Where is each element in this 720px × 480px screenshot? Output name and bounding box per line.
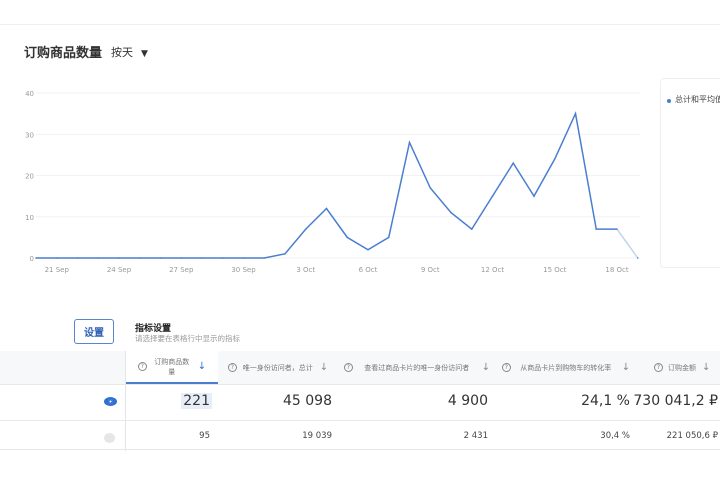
data-point <box>429 187 432 189</box>
column-header-order-amount[interactable]: ? 订购金额 ↓ <box>640 351 720 384</box>
help-icon: ? <box>501 363 511 372</box>
column-header-cart-conversion[interactable]: ? 从商品卡片到购物车的转化率 ↓ <box>496 351 636 384</box>
data-point <box>595 228 598 230</box>
sort-arrow-icon: ↓ <box>481 361 491 373</box>
line-chart: 0 10 20 30 40 21 Sep 24 Sep 27 Sep 30 Sep 3 Oct 6 … <box>25 90 640 274</box>
data-point <box>512 162 515 164</box>
data-point <box>76 257 79 259</box>
chart-legend: 总计和平均值 <box>660 78 720 268</box>
column-header-card-visitors[interactable]: ? 查看过商品卡片的唯一身份访问者 ↓ <box>338 351 496 384</box>
legend-label: 总计和平均值 <box>675 95 720 104</box>
row-divider <box>0 420 720 421</box>
series-line <box>36 111 617 259</box>
data-point <box>367 248 369 251</box>
data-point <box>304 228 307 230</box>
cell-unique-visitors: 45 098 <box>283 393 332 409</box>
cell-card-visitors: 2 431 <box>463 431 488 441</box>
data-point <box>180 257 183 259</box>
x-tick-label: 21 Sep <box>45 266 70 274</box>
help-icon: ? <box>137 362 147 371</box>
data-point <box>118 257 120 259</box>
cell-cart-conversion: 24,1 % <box>581 393 630 409</box>
sort-arrow-icon: ↓ <box>319 361 329 373</box>
y-tick-label: 0 <box>30 255 34 263</box>
eye-icon[interactable] <box>104 397 117 406</box>
data-point <box>35 257 37 259</box>
data-point <box>201 257 203 259</box>
metrics-settings-subtitle: 请选择要在表格行中显示的指标 <box>135 334 240 343</box>
cell-unique-visitors: 19 039 <box>302 431 332 441</box>
cell-ordered-items: 95 <box>199 431 210 441</box>
data-point <box>242 257 245 259</box>
data-point <box>533 195 535 197</box>
x-tick-label: 15 Oct <box>543 266 566 274</box>
sort-arrow-icon: ↓ <box>621 361 631 373</box>
data-point <box>491 195 494 197</box>
period-dropdown[interactable]: 按天 ▼ <box>111 44 148 60</box>
data-point <box>325 207 328 210</box>
y-tick-label: 30 <box>25 131 34 139</box>
x-tick-label: 30 Sep <box>231 266 256 274</box>
data-point <box>221 257 224 259</box>
cell-card-visitors: 4 900 <box>447 393 488 409</box>
cell-ordered-items: 221 <box>181 393 212 409</box>
data-point <box>616 228 618 230</box>
data-point <box>346 236 349 239</box>
row-divider <box>0 384 720 385</box>
data-point <box>470 228 473 230</box>
x-tick-label: 27 Sep <box>169 266 194 274</box>
column-divider <box>125 351 126 451</box>
settings-button[interactable]: 设置 <box>74 319 114 344</box>
help-icon: ? <box>227 363 237 372</box>
sort-arrow-icon: ↓ <box>702 361 711 373</box>
data-point <box>636 257 639 259</box>
data-point <box>284 253 286 255</box>
eye-off-icon[interactable] <box>104 433 115 443</box>
series-line-partial <box>616 228 639 259</box>
x-tick-label: 3 Oct <box>296 266 315 274</box>
period-label: 按天 <box>111 46 133 59</box>
top-divider <box>0 24 720 25</box>
data-point <box>574 112 577 115</box>
x-tick-label: 24 Sep <box>107 266 132 274</box>
y-tick-label: 10 <box>25 214 34 222</box>
y-tick-label: 20 <box>25 173 34 181</box>
data-point <box>263 257 266 259</box>
x-tick-label: 9 Oct <box>421 266 440 274</box>
x-tick-label: 6 Oct <box>359 266 378 274</box>
data-point <box>450 211 452 214</box>
x-tick-label: 12 Oct <box>481 266 504 274</box>
column-header-unique-visitors[interactable]: ? 唯一身份访问者，总计 ↓ <box>218 351 338 384</box>
cell-order-amount: 221 050,6 ₽ <box>666 431 718 441</box>
cell-order-amount: 730 041,2 ₽ <box>633 393 718 409</box>
help-icon: ? <box>343 363 353 372</box>
column-header-ordered-items[interactable]: ? 订购商品数量 ↓ <box>126 351 218 384</box>
data-point <box>408 141 411 144</box>
data-point <box>55 257 58 259</box>
data-point <box>553 158 556 160</box>
data-point <box>138 257 141 259</box>
cell-cart-conversion: 30,4 % <box>600 431 630 441</box>
data-point <box>97 257 100 259</box>
data-point <box>387 236 390 239</box>
sort-arrow-icon: ↓ <box>197 360 207 372</box>
page-title: 订购商品数量 <box>24 46 103 61</box>
chevron-down-icon: ▼ <box>141 49 148 59</box>
row-divider <box>0 449 720 450</box>
y-tick-label: 40 <box>25 90 34 98</box>
data-point <box>159 257 162 259</box>
legend-marker-icon <box>667 99 671 103</box>
x-tick-label: 18 Oct <box>605 266 628 274</box>
help-icon: ? <box>654 363 663 372</box>
